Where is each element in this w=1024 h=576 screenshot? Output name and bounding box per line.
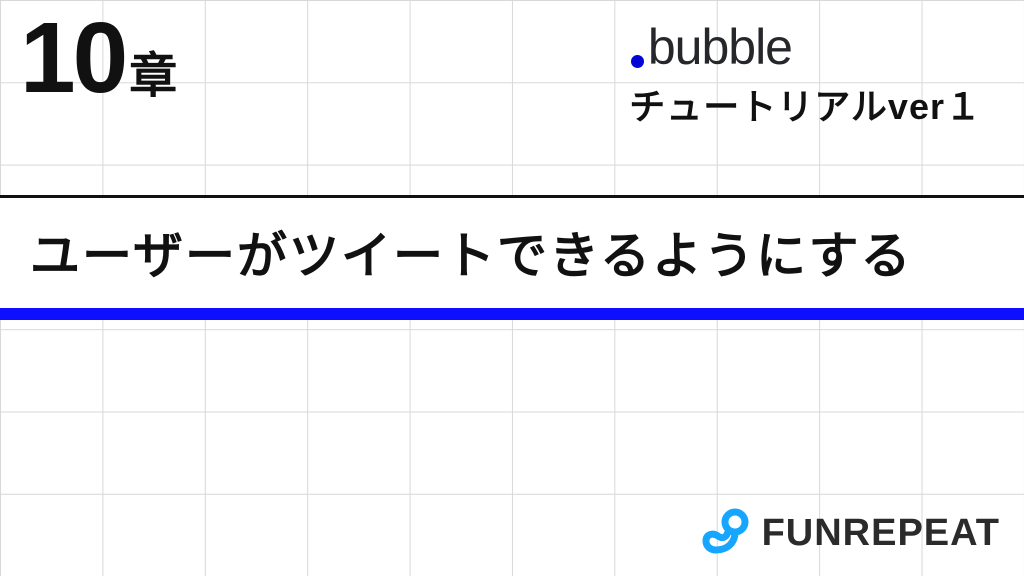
bubble-dot-icon bbox=[631, 55, 644, 68]
tutorial-version-label: チュートリアルver１ bbox=[629, 78, 982, 130]
funrepeat-icon bbox=[702, 508, 752, 558]
footer-logo: FUNREPEAT bbox=[702, 508, 1000, 558]
bubble-logo: bubble bbox=[629, 18, 792, 76]
footer-company-name: FUNREPEAT bbox=[762, 512, 1000, 555]
bubble-brand-name: bubble bbox=[648, 18, 792, 76]
title-band: ユーザーがツイートできるようにする bbox=[0, 195, 1024, 320]
chapter-number: 10 bbox=[20, 8, 125, 108]
brand-block: bubble チュートリアルver１ bbox=[629, 18, 982, 130]
chapter-label: 10 章 bbox=[20, 8, 177, 108]
chapter-suffix: 章 bbox=[129, 36, 177, 106]
page-title: ユーザーがツイートできるようにする bbox=[30, 216, 994, 288]
